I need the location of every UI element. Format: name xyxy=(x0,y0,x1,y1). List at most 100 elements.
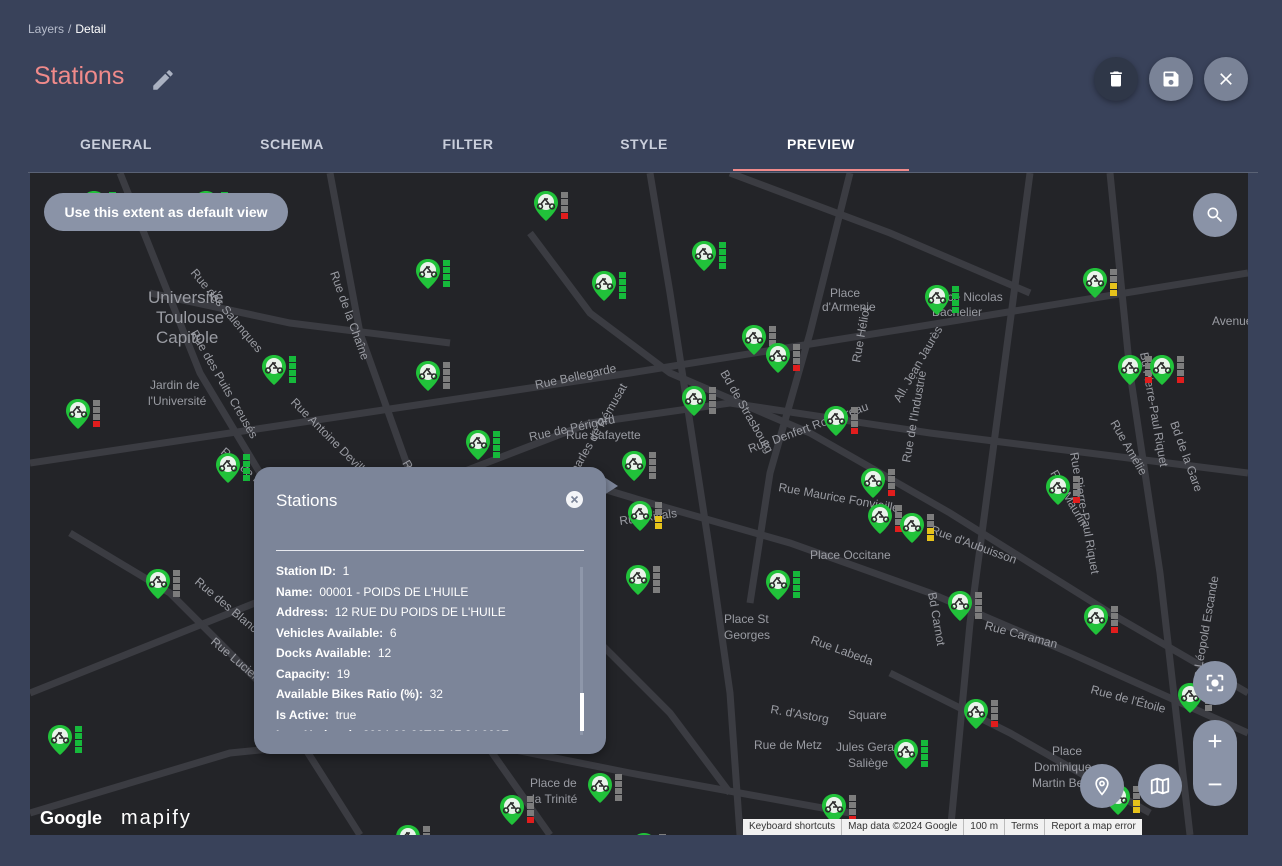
station-level-segment xyxy=(952,293,959,299)
station-marker[interactable] xyxy=(396,825,430,835)
station-level-segment xyxy=(769,333,776,339)
station-marker[interactable] xyxy=(964,699,998,729)
station-level-segment xyxy=(952,307,959,313)
station-marker[interactable] xyxy=(632,833,666,835)
station-marker[interactable] xyxy=(500,795,534,825)
field-value: 19 xyxy=(336,666,351,681)
station-level-segment xyxy=(75,726,82,732)
map-label: Rue Caraman xyxy=(983,618,1059,651)
close-button[interactable] xyxy=(1204,57,1248,101)
station-marker[interactable] xyxy=(861,468,895,498)
scale-text[interactable]: 100 m xyxy=(963,819,1004,835)
popup-field-row: Is Active: true xyxy=(276,705,576,726)
station-marker[interactable] xyxy=(766,570,800,600)
zoom-in-button[interactable]: + xyxy=(1193,720,1237,763)
station-marker[interactable] xyxy=(692,241,726,271)
station-marker[interactable] xyxy=(262,355,296,385)
station-level-segment xyxy=(653,573,660,579)
station-level-segment xyxy=(289,377,296,383)
station-level-segment xyxy=(1111,627,1118,633)
edit-title-button[interactable] xyxy=(150,67,176,93)
station-marker[interactable] xyxy=(948,591,982,621)
station-level-segment xyxy=(1145,377,1152,383)
map-view[interactable]: Université Toulouse Capitole Jardin de l'Uni… xyxy=(30,173,1248,835)
station-level-segment xyxy=(1111,606,1118,612)
popup-field-row: Vehicles Available: 6 xyxy=(276,623,576,644)
station-level-segment xyxy=(793,585,800,591)
zoom-out-button[interactable]: − xyxy=(1193,763,1237,806)
page-title: Stations xyxy=(34,62,125,90)
station-marker[interactable] xyxy=(66,399,100,429)
field-key: Address: xyxy=(276,605,329,619)
station-marker[interactable] xyxy=(534,191,568,221)
report-error-link[interactable]: Report a map error xyxy=(1044,819,1141,835)
map-canvas[interactable]: UniversitéToulouseCapitoleJardin del'Uni… xyxy=(30,173,1248,835)
station-level-segment xyxy=(719,249,726,255)
map-label: Avenue xyxy=(1212,314,1248,328)
station-marker[interactable] xyxy=(1084,605,1118,635)
save-icon xyxy=(1163,71,1179,87)
station-marker[interactable] xyxy=(766,343,800,373)
station-marker[interactable] xyxy=(1083,268,1117,298)
station-level-segment xyxy=(1110,269,1117,275)
station-marker[interactable] xyxy=(48,725,82,755)
station-level-segment xyxy=(1177,356,1184,362)
keyboard-shortcuts-link[interactable]: Keyboard shortcuts xyxy=(743,819,841,835)
tab-schema[interactable]: SCHEMA xyxy=(204,127,380,171)
station-level-segment xyxy=(851,407,858,413)
delete-button[interactable] xyxy=(1094,57,1138,101)
station-marker[interactable] xyxy=(894,739,928,769)
station-level-segment xyxy=(793,578,800,584)
station-level-segment xyxy=(615,795,622,801)
station-marker[interactable] xyxy=(824,406,858,436)
station-marker[interactable] xyxy=(592,271,626,301)
popup-pointer xyxy=(604,477,618,495)
station-level-segment xyxy=(243,475,250,481)
station-marker[interactable] xyxy=(628,501,662,531)
popup-field-row: Docks Available: 12 xyxy=(276,643,576,664)
station-marker[interactable] xyxy=(1118,355,1152,385)
station-level-segment xyxy=(793,365,800,371)
station-level-segment xyxy=(709,401,716,407)
use-extent-button[interactable]: Use this extent as default view xyxy=(44,193,288,231)
station-level-segment xyxy=(443,362,450,368)
station-level-segment xyxy=(975,613,982,619)
station-level-segment xyxy=(615,774,622,780)
station-marker[interactable] xyxy=(146,569,180,599)
tab-filter[interactable]: FILTER xyxy=(380,127,556,171)
station-level-segment xyxy=(243,454,250,460)
station-marker[interactable] xyxy=(216,453,250,483)
station-level-segment xyxy=(709,394,716,400)
tab-preview[interactable]: PREVIEW xyxy=(733,127,909,171)
breadcrumb-parent[interactable]: Layers xyxy=(28,22,64,36)
station-marker[interactable] xyxy=(626,565,660,595)
field-value: 00001 - POIDS DE L'HUILE xyxy=(319,584,469,599)
popup-field-row: Name: 00001 - POIDS DE L'HUILE xyxy=(276,582,576,603)
station-level-segment xyxy=(888,483,895,489)
station-level-segment xyxy=(1110,290,1117,296)
station-marker[interactable] xyxy=(466,430,500,460)
station-marker[interactable] xyxy=(416,259,450,289)
save-button[interactable] xyxy=(1149,57,1193,101)
popup-close-button[interactable] xyxy=(566,491,583,508)
station-level-segment xyxy=(719,256,726,262)
popup-scroll-thumb[interactable] xyxy=(580,693,584,731)
station-level-segment xyxy=(649,473,656,479)
station-marker[interactable] xyxy=(868,504,902,534)
locate-button[interactable] xyxy=(1080,764,1124,808)
station-marker[interactable] xyxy=(588,773,622,803)
station-marker[interactable] xyxy=(416,361,450,391)
center-map-button[interactable] xyxy=(1193,661,1237,705)
map-label: Rue Lafayette xyxy=(566,428,641,442)
station-marker[interactable] xyxy=(622,451,656,481)
map-search-button[interactable] xyxy=(1193,193,1237,237)
map-type-button[interactable] xyxy=(1138,764,1182,808)
tab-general[interactable]: GENERAL xyxy=(28,127,204,171)
map-road xyxy=(728,173,1032,297)
station-marker[interactable] xyxy=(900,513,934,543)
popup-fields: Station ID: 1 Name: 00001 - POIDS DE L'HU… xyxy=(276,561,576,731)
tab-style[interactable]: STYLE xyxy=(556,127,732,171)
terms-link[interactable]: Terms xyxy=(1004,819,1044,835)
station-level-segment xyxy=(173,577,180,583)
station-level-segment xyxy=(443,376,450,382)
